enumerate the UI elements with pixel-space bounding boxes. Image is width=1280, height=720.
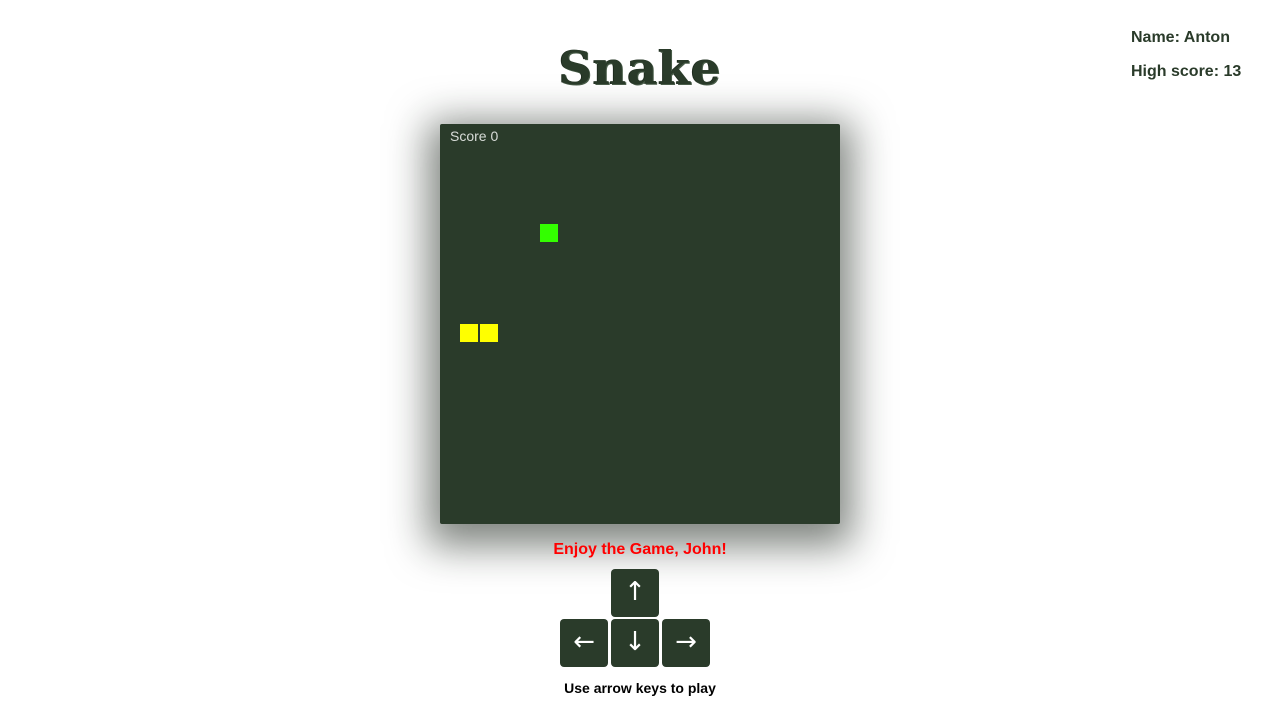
page: Name: Anton High score: 13 Snake Score 0… xyxy=(0,0,1280,720)
down-arrow-button[interactable]: ↓ xyxy=(611,619,659,667)
welcome-message: Enjoy the Game, John! xyxy=(553,541,727,558)
right-arrow-button[interactable]: → xyxy=(662,619,710,667)
game-board[interactable]: Score 0 xyxy=(440,124,840,524)
controls-hint: Use arrow keys to play xyxy=(564,680,716,696)
food-cell xyxy=(540,224,558,242)
up-arrow-button[interactable]: ↑ xyxy=(611,569,659,617)
snake-segment xyxy=(460,324,478,342)
left-arrow-button[interactable]: ← xyxy=(560,619,608,667)
score-label: Score 0 xyxy=(450,128,499,144)
game-title: Snake xyxy=(558,41,722,95)
snake-segment xyxy=(480,324,498,342)
